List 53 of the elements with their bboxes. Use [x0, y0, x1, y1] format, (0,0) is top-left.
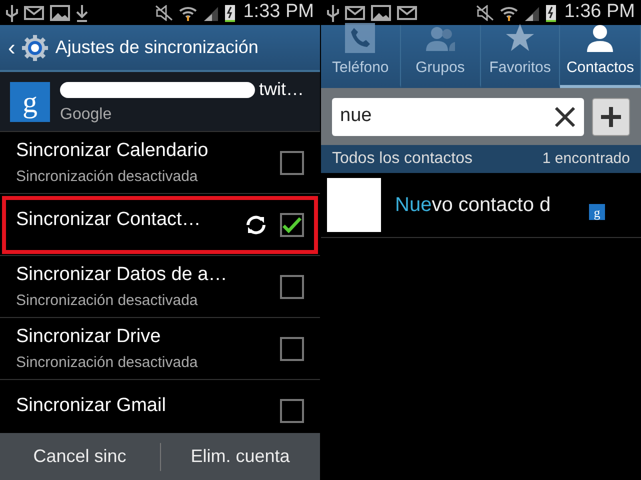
account-type: Google	[60, 105, 113, 125]
person-icon	[585, 22, 616, 52]
image-icon	[371, 4, 391, 20]
signal-icon	[203, 4, 220, 20]
screen-title: Ajustes de sincronización	[55, 36, 258, 59]
google-logo-icon: g	[589, 204, 605, 220]
phone-icon	[345, 22, 376, 52]
status-time: 1:33 PM	[243, 0, 314, 24]
checkbox[interactable]	[280, 398, 304, 422]
sync-status: Sincronización desactivada	[16, 166, 199, 186]
mute-icon	[155, 4, 174, 20]
tab[interactable]: Teléfono	[321, 25, 401, 88]
mail-icon	[345, 4, 365, 20]
mail-icon	[24, 4, 44, 20]
download-icon	[76, 4, 88, 22]
sync-item-title[interactable]: Sincronizar Contact…	[16, 206, 244, 234]
sync-item-title[interactable]: Sincronizar Gmail	[16, 392, 280, 420]
contact-name: Nuevo contacto d	[395, 193, 551, 218]
mute-icon	[476, 4, 494, 20]
sync-item-title[interactable]: Sincronizar Datos de a…	[16, 261, 280, 290]
mail-icon	[397, 4, 417, 20]
contact-item[interactable]: Nuevo contacto d g	[321, 173, 641, 238]
plus-icon	[600, 106, 622, 128]
status-time: 1:36 PM	[564, 0, 635, 24]
checkbox[interactable]	[280, 274, 304, 298]
bottom-button[interactable]: Elim. cuenta	[160, 433, 320, 480]
usb-icon	[6, 4, 18, 22]
google-logo-icon: g	[10, 82, 50, 122]
battery-icon	[225, 4, 236, 22]
star-icon	[505, 22, 536, 52]
account-name: twit…	[259, 78, 304, 101]
image-icon	[50, 4, 70, 20]
sync-status: Sincronización desactivada	[16, 352, 199, 372]
signal-icon	[524, 4, 540, 20]
avatar-placeholder	[327, 178, 381, 232]
settings-icon	[21, 34, 50, 62]
checkbox[interactable]	[280, 336, 304, 360]
checkbox[interactable]	[280, 150, 304, 174]
wifi-icon	[179, 4, 198, 20]
battery-icon	[546, 4, 556, 22]
close-icon[interactable]	[554, 106, 576, 128]
sync-status: Sincronización desactivada	[16, 290, 199, 310]
bottom-button[interactable]: Cancel sinc	[0, 433, 160, 480]
usb-icon	[327, 4, 339, 22]
wifi-icon	[500, 4, 518, 20]
search-field[interactable]: nue	[332, 98, 584, 136]
checkbox[interactable]	[280, 212, 304, 236]
sync-item-title[interactable]: Sincronizar Calendario	[16, 137, 280, 166]
add-button[interactable]	[592, 98, 630, 136]
sync-item-title[interactable]: Sincronizar Drive	[16, 323, 280, 352]
section-title: Todos los contactos	[332, 149, 473, 169]
back-icon[interactable]: ‹	[8, 31, 16, 64]
result-count: 1 encontrado	[542, 148, 630, 169]
